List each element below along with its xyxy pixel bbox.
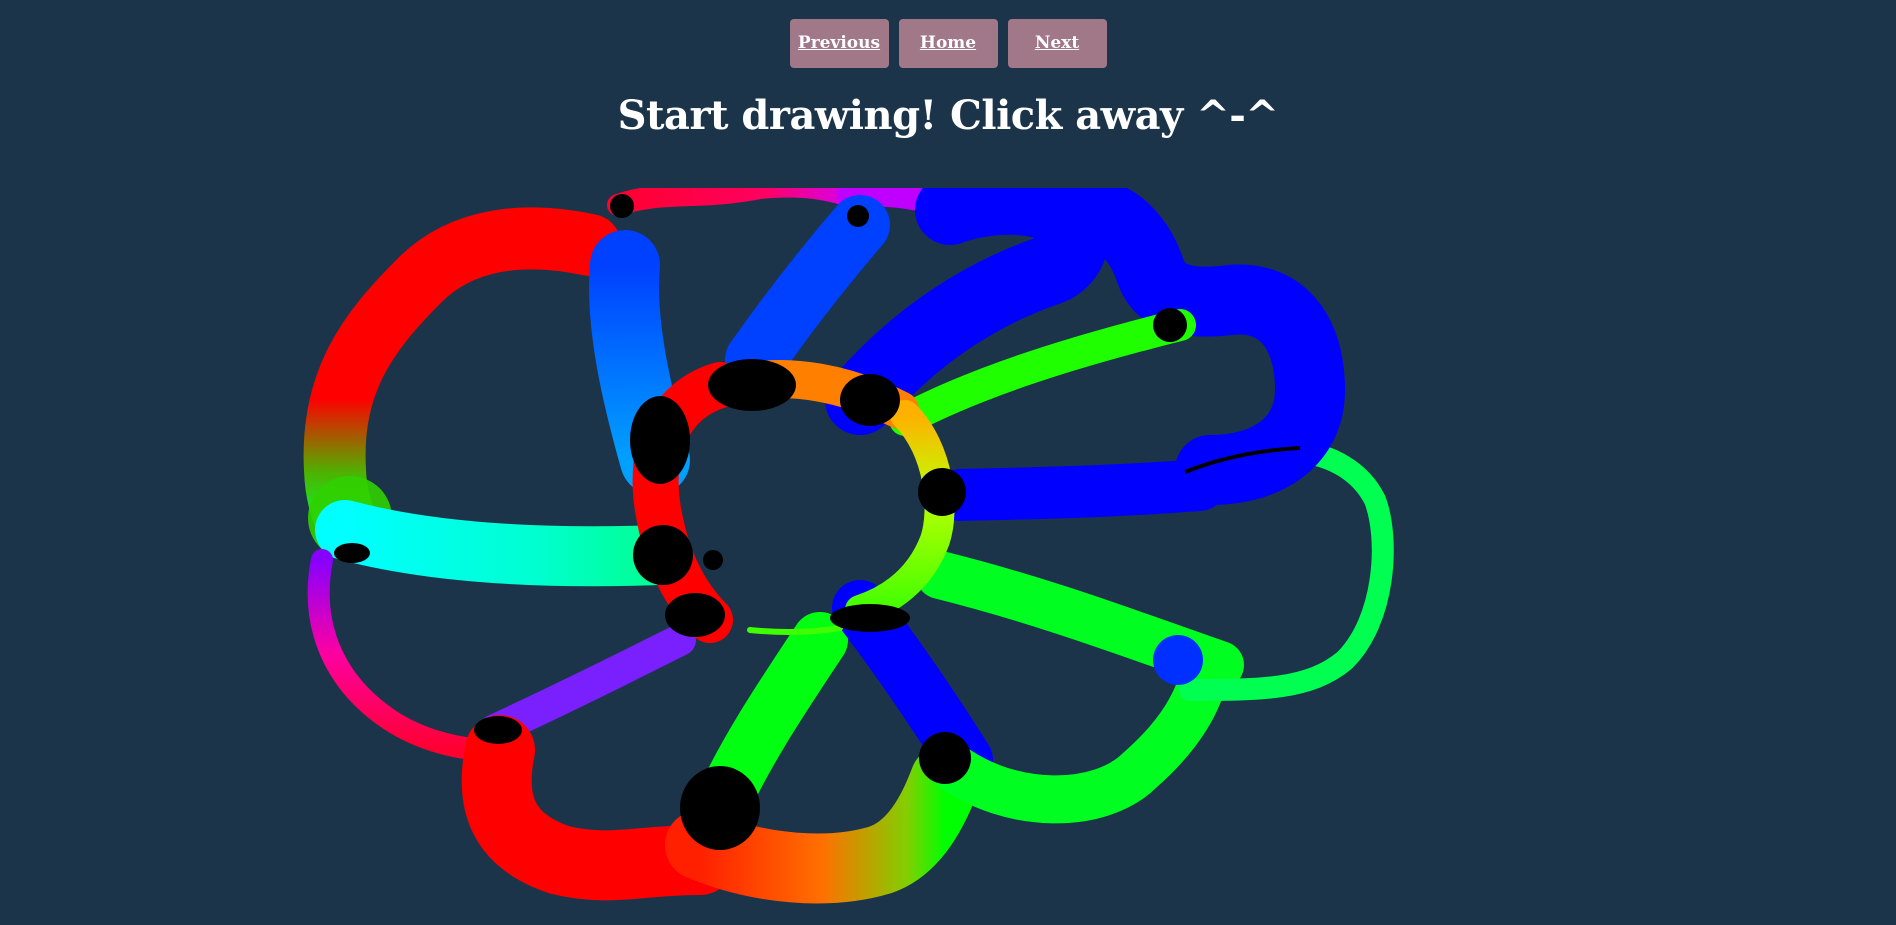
- page-nav: Previous Home Next: [0, 19, 1896, 68]
- drawing-canvas[interactable]: [287, 188, 1397, 925]
- home-button[interactable]: Home: [898, 19, 998, 68]
- previous-button[interactable]: Previous: [789, 19, 889, 68]
- next-button[interactable]: Next: [1007, 19, 1107, 68]
- page-title: Start drawing! Click away ^-^: [617, 92, 1279, 139]
- drawing-strokes: [303, 188, 1394, 904]
